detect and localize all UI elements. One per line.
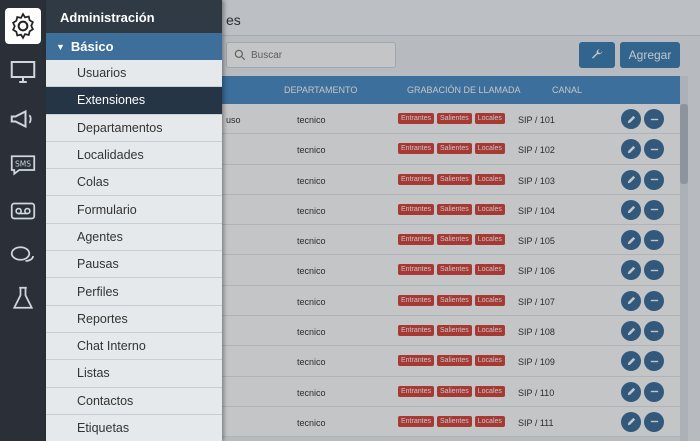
menu-item-chat-interno[interactable]: Chat Interno — [46, 332, 222, 361]
caret-down-icon: ▼ — [56, 41, 65, 52]
menu-item-departamentos[interactable]: Departamentos — [46, 114, 222, 142]
admin-menu: Administración ▼ Básico Usuarios Extensio… — [46, 0, 222, 441]
menu-item-contactos[interactable]: Contactos — [46, 387, 222, 415]
menu-item-localidades[interactable]: Localidades — [46, 141, 222, 170]
menu-item-etiquetas[interactable]: Etiquetas — [46, 414, 222, 441]
menu-header: Administración — [46, 0, 222, 33]
menu-item-perfiles[interactable]: Perfiles — [46, 278, 222, 306]
menu-item-extensiones[interactable]: Extensiones — [46, 87, 222, 115]
gear-icon[interactable] — [5, 8, 41, 44]
megaphone-icon[interactable] — [5, 101, 41, 137]
menu-item-agentes[interactable]: Agentes — [46, 223, 222, 252]
menu-item-reportes[interactable]: Reportes — [46, 305, 222, 333]
monitor-icon[interactable] — [5, 54, 41, 90]
sms-icon-text: SMS — [15, 159, 31, 168]
chat-icon[interactable] — [5, 238, 41, 274]
sms-icon[interactable]: SMS — [5, 147, 41, 183]
menu-item-usuarios[interactable]: Usuarios — [46, 60, 222, 88]
flask-icon[interactable] — [5, 281, 41, 317]
icon-rail: SMS — [0, 0, 46, 441]
menu-section-basico[interactable]: ▼ Básico — [46, 33, 222, 60]
menu-section-label: Básico — [70, 39, 114, 54]
menu-item-colas[interactable]: Colas — [46, 169, 222, 197]
menu-item-listas[interactable]: Listas — [46, 360, 222, 388]
voicemail-icon[interactable] — [5, 193, 41, 229]
menu-item-formulario[interactable]: Formulario — [46, 196, 222, 224]
menu-item-pausas[interactable]: Pausas — [46, 251, 222, 279]
